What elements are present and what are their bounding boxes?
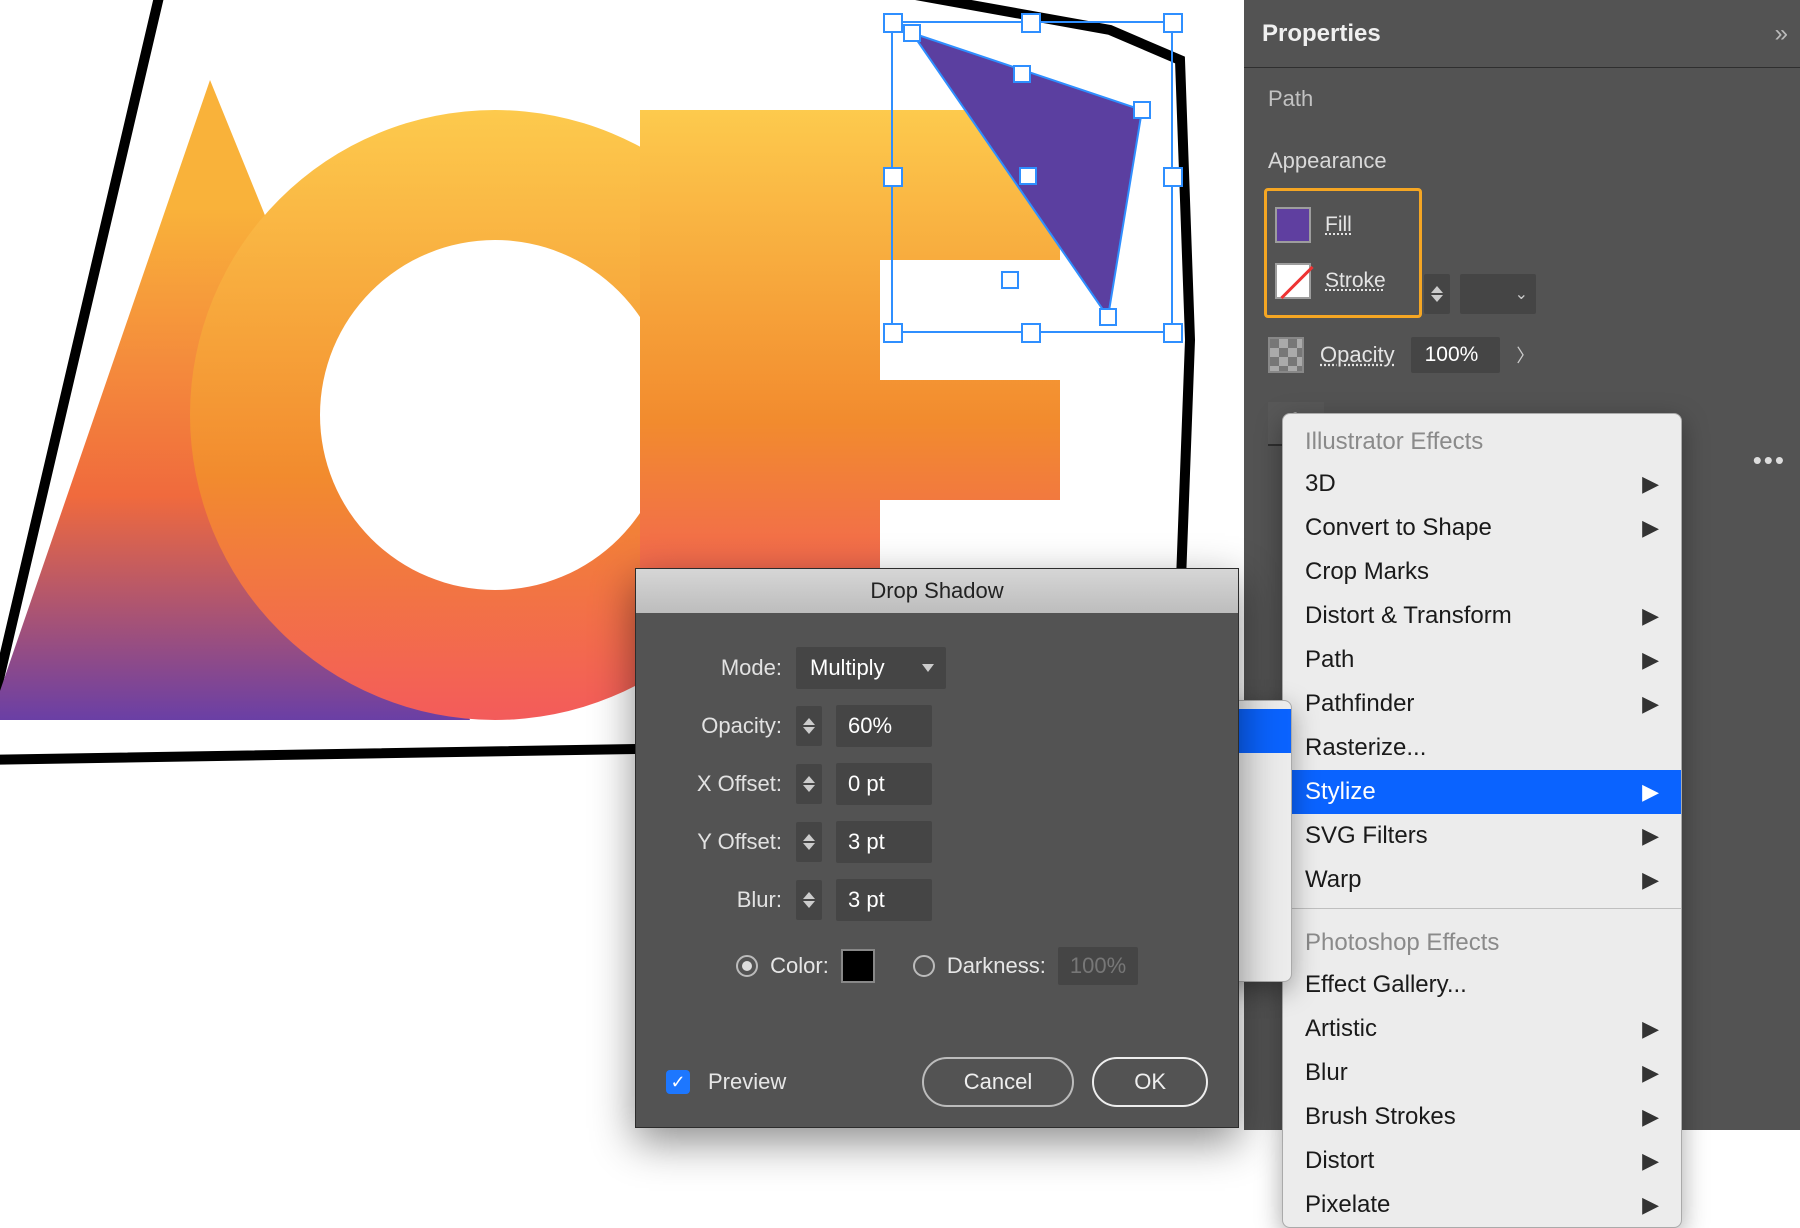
- opacity-input[interactable]: 60%: [836, 705, 932, 747]
- fill-stroke-group: Fill Stroke: [1264, 188, 1422, 318]
- submenu-arrow-icon: ▶: [1642, 647, 1659, 673]
- effects-menu-item[interactable]: Rasterize...: [1283, 726, 1681, 770]
- menu-item-label: Blur: [1305, 1059, 1348, 1087]
- stroke-row[interactable]: Stroke: [1275, 253, 1411, 309]
- submenu-arrow-icon: ▶: [1642, 515, 1659, 541]
- menu-item-label: Path: [1305, 646, 1354, 674]
- opacity-label: Opacity:: [666, 713, 782, 739]
- menu-item-label: SVG Filters: [1305, 822, 1428, 850]
- effects-menu-item[interactable]: Stylize ▶: [1283, 770, 1681, 814]
- blur-label: Blur:: [666, 887, 782, 913]
- effects-menu-item[interactable]: Convert to Shape ▶: [1283, 506, 1681, 550]
- photoshop-effects-heading: Photoshop Effects: [1283, 915, 1681, 963]
- menu-item-label: Pathfinder: [1305, 690, 1414, 718]
- effects-menu-item[interactable]: Crop Marks: [1283, 550, 1681, 594]
- menu-item-label: Pixelate: [1305, 1191, 1390, 1219]
- color-radio[interactable]: [736, 955, 758, 977]
- submenu-arrow-icon: ▶: [1642, 603, 1659, 629]
- effects-menu-item[interactable]: SVG Filters ▶: [1283, 814, 1681, 858]
- blur-input[interactable]: 3 pt: [836, 879, 932, 921]
- darkness-input: 100%: [1058, 947, 1138, 985]
- appearance-section-label: Appearance: [1244, 120, 1800, 188]
- effects-menu: Illustrator Effects 3D ▶ Convert to Shape ▶…: [1282, 413, 1682, 1228]
- opacity-value[interactable]: 100%: [1411, 337, 1501, 373]
- opacity-label: Opacity: [1320, 342, 1395, 368]
- properties-header: Properties »: [1244, 0, 1800, 68]
- dialog-title: Drop Shadow: [636, 569, 1238, 613]
- effects-menu-item[interactable]: Path ▶: [1283, 638, 1681, 682]
- submenu-arrow-icon: ▶: [1642, 1104, 1659, 1130]
- effects-menu-item[interactable]: 3D ▶: [1283, 462, 1681, 506]
- blur-stepper[interactable]: [796, 880, 822, 920]
- submenu-arrow-icon: ▶: [1642, 691, 1659, 717]
- yoffset-input[interactable]: 3 pt: [836, 821, 932, 863]
- fill-row[interactable]: Fill: [1275, 197, 1411, 253]
- stroke-label: Stroke: [1325, 269, 1386, 293]
- menu-item-label: Distort: [1305, 1147, 1374, 1175]
- ok-button[interactable]: OK: [1092, 1057, 1208, 1107]
- submenu-arrow-icon: ▶: [1642, 1016, 1659, 1042]
- stroke-weight-dropdown[interactable]: ⌄: [1460, 274, 1536, 314]
- effects-menu-item[interactable]: Brush Strokes ▶: [1283, 1095, 1681, 1139]
- menu-item-label: Stylize: [1305, 778, 1376, 806]
- xoffset-input[interactable]: 0 pt: [836, 763, 932, 805]
- menu-item-label: Rasterize...: [1305, 734, 1426, 762]
- opacity-icon: [1268, 337, 1304, 373]
- menu-item-label: Distort & Transform: [1305, 602, 1512, 630]
- illustrator-effects-heading: Illustrator Effects: [1283, 414, 1681, 462]
- menu-item-label: 3D: [1305, 470, 1336, 498]
- submenu-arrow-icon: ▶: [1642, 1192, 1659, 1218]
- shadow-color-swatch[interactable]: [841, 949, 875, 983]
- submenu-arrow-icon: ▶: [1642, 823, 1659, 849]
- collapse-panel-icon[interactable]: »: [1775, 20, 1782, 48]
- menu-separator: [1283, 908, 1681, 909]
- opacity-stepper[interactable]: [796, 706, 822, 746]
- submenu-arrow-icon: ▶: [1642, 867, 1659, 893]
- panel-options-icon[interactable]: •••: [1753, 445, 1786, 476]
- menu-item-label: Warp: [1305, 866, 1361, 894]
- submenu-arrow-icon: ▶: [1642, 1060, 1659, 1086]
- effects-menu-item[interactable]: Effect Gallery...: [1283, 963, 1681, 1007]
- xoffset-label: X Offset:: [666, 771, 782, 797]
- effects-menu-item[interactable]: Pathfinder ▶: [1283, 682, 1681, 726]
- submenu-arrow-icon: ▶: [1642, 471, 1659, 497]
- opacity-chevron-icon[interactable]: 〉: [1516, 342, 1534, 368]
- yoffset-label: Y Offset:: [666, 829, 782, 855]
- preview-checkbox[interactable]: ✓: [666, 1070, 690, 1094]
- cancel-button[interactable]: Cancel: [922, 1057, 1074, 1107]
- effects-menu-item[interactable]: Distort ▶: [1283, 1139, 1681, 1183]
- menu-item-label: Brush Strokes: [1305, 1103, 1456, 1131]
- properties-title: Properties: [1262, 20, 1381, 48]
- object-type-label: Path: [1244, 68, 1800, 120]
- mode-select[interactable]: Multiply: [796, 647, 946, 689]
- menu-item-label: Effect Gallery...: [1305, 971, 1467, 999]
- menu-item-label: Crop Marks: [1305, 558, 1429, 586]
- submenu-arrow-icon: ▶: [1642, 779, 1659, 805]
- effects-menu-item[interactable]: Distort & Transform ▶: [1283, 594, 1681, 638]
- stroke-weight-controls: ⌄: [1424, 274, 1536, 314]
- effects-menu-item[interactable]: Warp ▶: [1283, 858, 1681, 902]
- fill-label: Fill: [1325, 213, 1352, 237]
- effects-menu-item[interactable]: Blur ▶: [1283, 1051, 1681, 1095]
- color-label: Color:: [770, 953, 829, 979]
- darkness-label: Darkness:: [947, 953, 1046, 979]
- preview-label: Preview: [708, 1069, 786, 1095]
- darkness-radio[interactable]: [913, 955, 935, 977]
- stroke-weight-stepper[interactable]: [1424, 274, 1450, 314]
- menu-item-label: Convert to Shape: [1305, 514, 1492, 542]
- xoffset-stepper[interactable]: [796, 764, 822, 804]
- mode-label: Mode:: [666, 655, 782, 681]
- effects-menu-item[interactable]: Pixelate ▶: [1283, 1183, 1681, 1227]
- effects-menu-item[interactable]: Artistic ▶: [1283, 1007, 1681, 1051]
- yoffset-stepper[interactable]: [796, 822, 822, 862]
- opacity-row: Opacity 100% 〉: [1244, 326, 1800, 384]
- submenu-arrow-icon: ▶: [1642, 1148, 1659, 1174]
- menu-item-label: Artistic: [1305, 1015, 1377, 1043]
- stroke-swatch[interactable]: [1275, 263, 1311, 299]
- drop-shadow-dialog: Drop Shadow Mode: Multiply Opacity: 60% …: [635, 568, 1239, 1128]
- fill-swatch[interactable]: [1275, 207, 1311, 243]
